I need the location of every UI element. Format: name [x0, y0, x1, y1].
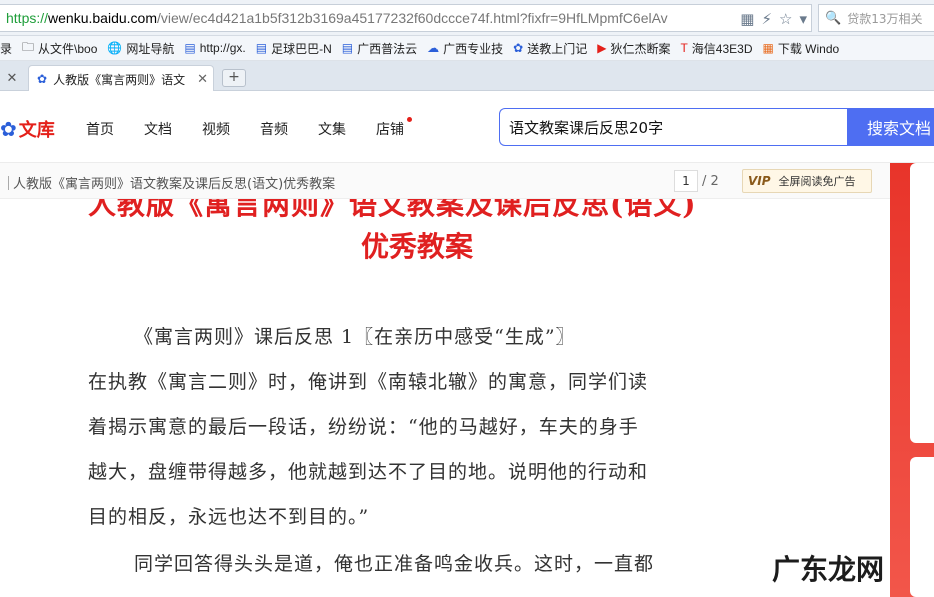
browser-search-input[interactable]: 🔍 贷款13万相关 — [818, 4, 934, 32]
search-docs-button[interactable]: 搜索文档 — [847, 108, 934, 146]
document-line: 着揭示寓意的最后一段话，纷纷说：“他的马越好，车夫的身手 — [88, 416, 639, 438]
address-bar[interactable]: https://wenku.baidu.com/view/ec4d421a1b5… — [0, 4, 812, 32]
vip-badge: VIP — [748, 174, 771, 188]
url-path: /view/ec4d421a1b5f312b3169a45177232f60dc… — [156, 10, 668, 26]
search-icon[interactable]: 🔍 — [825, 11, 841, 26]
bookmark-item[interactable]: ▤ 广西普法云 — [342, 40, 417, 57]
main-nav: 首页 文档 视频 音频 文集 店铺 — [86, 117, 412, 139]
page-icon: ▤ — [184, 41, 196, 55]
page-number-input[interactable]: 1 — [674, 170, 698, 192]
nav-item-collections[interactable]: 文集 — [318, 119, 346, 139]
address-bar-icons: ▦ ⚡ ☆ ▾ — [736, 8, 807, 30]
cloud-icon: ☁ — [427, 41, 440, 55]
paw-icon: ✿ — [0, 117, 17, 141]
browser-tab[interactable]: ✿ 人教版《寓言两则》语文 ✕ — [28, 65, 214, 92]
url-scheme: https:// — [6, 10, 49, 26]
bookmark-item[interactable]: T 海信43E3D — [680, 40, 752, 57]
bookmark-label: 送教上门记 — [527, 41, 588, 56]
bookmark-label: 海信43E3D — [691, 41, 753, 56]
tab-strip: ✕ ✿ 人教版《寓言两则》语文 ✕ + — [0, 61, 934, 92]
star-icon[interactable]: ☆ — [779, 8, 792, 30]
bookmark-item[interactable]: 录 — [0, 40, 12, 57]
tab-title: 人教版《寓言两则》语文 — [53, 72, 186, 87]
nav-item-video[interactable]: 视频 — [202, 119, 230, 139]
document-page: 人教版《寓言两则》语文教案及课后反思(语文) 优秀教案 《寓言两则》课后反思 1… — [0, 199, 890, 597]
tmall-icon: T — [680, 41, 688, 55]
page-icon: ▤ — [255, 41, 268, 55]
vip-text: 全屏阅读免广告 — [778, 175, 856, 188]
bookmark-item[interactable]: 🌐 网址导航 — [107, 40, 174, 57]
nav-item-home[interactable]: 首页 — [86, 119, 114, 139]
new-tab-button[interactable]: + — [222, 69, 246, 87]
lightning-icon[interactable]: ⚡ — [761, 8, 772, 30]
notification-dot — [407, 117, 412, 122]
globe-icon: 🌐 — [107, 41, 123, 55]
page-total: / 2 — [702, 173, 719, 189]
side-card[interactable] — [910, 163, 934, 443]
document-title-text: 人教版《寓言两则》语文教案及课后反思(语文)优秀教案 — [13, 177, 336, 192]
document-headline-partial: 人教版《寓言两则》语文教案及课后反思(语文) — [88, 199, 697, 221]
nav-item-shop[interactable]: 店铺 — [376, 117, 412, 139]
bookmark-label: 录 — [0, 41, 13, 56]
close-previous-tab-icon[interactable]: ✕ — [0, 65, 24, 91]
vip-fullscreen-button[interactable]: VIP 全屏阅读免广告 — [742, 169, 872, 193]
bookmark-label: 足球巴巴-N — [271, 41, 332, 56]
wenku-logo[interactable]: ✿ 文库 — [0, 116, 55, 142]
page-icon: ▤ — [341, 41, 354, 55]
url-text[interactable]: https://wenku.baidu.com/view/ec4d421a1b5… — [0, 10, 668, 26]
document-toolbar: 人教版《寓言两则》语文教案及课后反思(语文)优秀教案 1 / 2 VIP 全屏阅… — [0, 163, 890, 199]
document-line: 《寓言两则》课后反思 1〖在亲历中感受“生成”〗 — [88, 315, 738, 360]
bookmark-item[interactable]: ▤ 足球巴巴-N — [256, 40, 332, 57]
bookmark-label: http://gx. — [199, 41, 246, 55]
url-host: wenku.baidu.com — [48, 10, 157, 26]
document-line: 越大，盘缠带得越多，他就越到达不了目的地。说明他的行动和 — [88, 461, 649, 483]
folder-icon: 🗀 — [22, 39, 35, 54]
address-bar-row: https://wenku.baidu.com/view/ec4d421a1b5… — [0, 0, 934, 36]
bookmark-item[interactable]: ✿ 送教上门记 — [513, 40, 587, 57]
divider — [8, 176, 9, 190]
document-line: 在执教《寓言二则》时，俺讲到《南辕北辙》的寓意，同学们读 — [88, 371, 649, 393]
document-line: 同学回答得头头是道，俺也正准备鸣金收兵。这时，一直都 — [88, 542, 738, 587]
side-card[interactable] — [910, 457, 934, 597]
close-icon[interactable]: ✕ — [197, 72, 208, 87]
bookmark-label: 从文件\boo — [38, 41, 98, 56]
document-line: 目的相反，永远也达不到目的。” — [88, 506, 370, 528]
document-title: 人教版《寓言两则》语文教案及课后反思(语文)优秀教案 — [8, 173, 335, 192]
bookmark-item[interactable]: ▶ 狄仁杰断案 — [597, 40, 670, 57]
nav-item-docs[interactable]: 文档 — [144, 119, 172, 139]
bookmark-label: 广西专业技 — [443, 41, 504, 56]
paw-icon: ✿ — [37, 72, 48, 86]
bookmark-item[interactable]: ▤ http://gx. — [184, 41, 245, 55]
nav-item-audio[interactable]: 音频 — [260, 119, 288, 139]
browser-search-value: 贷款13万相关 — [847, 11, 923, 26]
nav-item-shop-label: 店铺 — [376, 122, 404, 138]
play-icon: ▶ — [597, 41, 607, 55]
windows-icon: ▦ — [762, 41, 774, 55]
bookmark-label: 广西普法云 — [357, 41, 418, 56]
chevron-down-icon[interactable]: ▾ — [799, 8, 807, 30]
bookmark-label: 下载 Windo — [777, 41, 840, 56]
pager: 1 / 2 — [674, 170, 719, 192]
document-line-text: 同学回答得头头是道，俺也正准备鸣金收兵。这时，一直都 — [134, 553, 655, 575]
wenku-header: ✿ 文库 首页 文档 视频 音频 文集 店铺 语文教案课后反思20字 搜索文档 — [0, 91, 934, 163]
bookmark-label: 网址导航 — [126, 41, 175, 56]
doc-search-input[interactable]: 语文教案课后反思20字 — [499, 108, 849, 146]
document-line-text: 《寓言两则》课后反思 1〖在亲历中感受“生成”〗 — [134, 326, 576, 348]
logo-text: 文库 — [18, 120, 55, 140]
bookmark-item[interactable]: 🗀 从文件\boo — [22, 38, 97, 59]
bookmarks-bar: 录 🗀 从文件\boo 🌐 网址导航 ▤ http://gx. ▤ 足球巴巴-N ▤ 广西… — [0, 36, 934, 61]
watermark: 广东龙网 — [772, 553, 885, 586]
bookmark-label: 狄仁杰断案 — [610, 41, 671, 56]
bookmark-item[interactable]: ☁ 广西专业技 — [427, 40, 503, 57]
document-headline: 优秀教案 — [360, 230, 473, 263]
bookmark-item[interactable]: ▦ 下载 Windo — [763, 40, 840, 57]
qr-code-icon[interactable]: ▦ — [740, 8, 754, 30]
paw-icon: ✿ — [513, 41, 524, 55]
